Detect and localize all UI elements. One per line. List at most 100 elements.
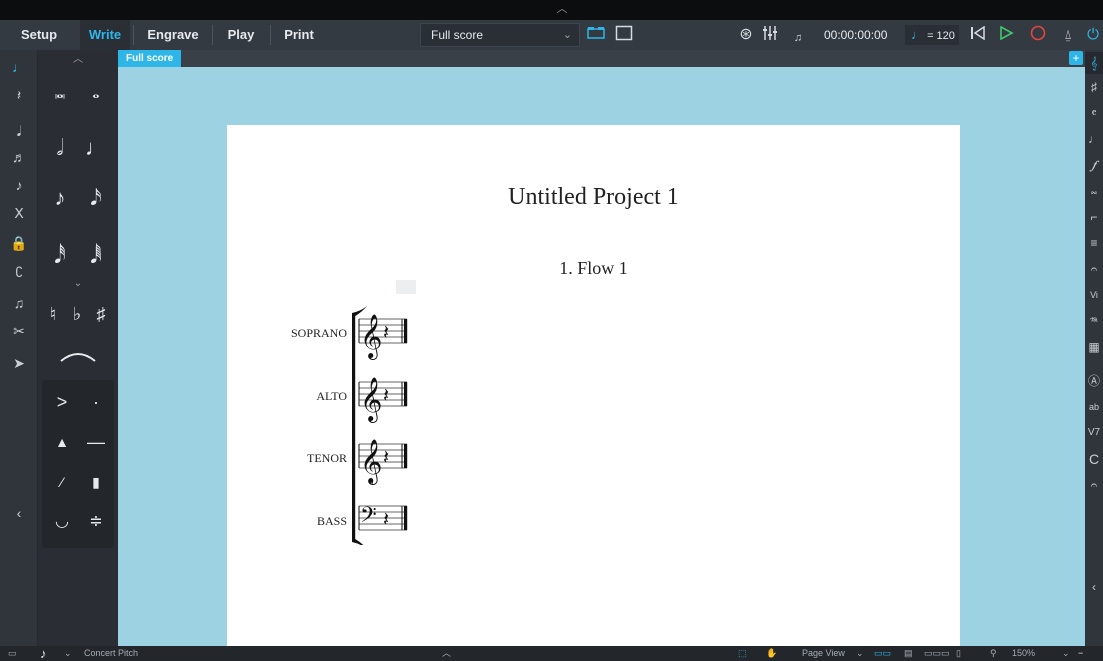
mode-tab-setup[interactable]: Setup — [14, 20, 64, 50]
select-arrow-icon[interactable]: ➤ — [6, 352, 32, 374]
unstress-icon[interactable]: ◡ — [44, 502, 80, 542]
grace-note-icon[interactable]: ♪ — [6, 174, 32, 196]
time-signature-icon[interactable]: 𝄴 — [1085, 102, 1103, 124]
collapse-toolbar-icon[interactable]: ︿ — [555, 3, 569, 15]
pages-vertical-icon[interactable]: ▯ — [956, 646, 961, 661]
concert-pitch-label[interactable]: Concert Pitch — [84, 646, 138, 661]
sixty-fourth-note-icon[interactable]: 𝅘𝅥𝅱 — [78, 236, 114, 276]
chevron-up-icon[interactable]: ︿ — [442, 646, 451, 661]
score-canvas[interactable]: Untitled Project 1 1. Flow 1 SOPRANO ALT… — [118, 67, 1085, 646]
staccato-tenuto-icon[interactable]: ≑ — [78, 502, 114, 542]
playing-techniques-icon[interactable]: Vi — [1085, 284, 1103, 306]
zoom-out-icon[interactable]: − — [1078, 646, 1083, 661]
whole-note-icon[interactable]: 𝅝 — [78, 72, 114, 112]
mode-tab-engrave[interactable]: Engrave — [140, 20, 206, 50]
dynamics-icon[interactable]: 𝆑 — [1085, 154, 1103, 176]
hand-tool-icon[interactable]: ✋ — [766, 646, 777, 661]
natural-icon[interactable]: ♮ — [40, 294, 66, 334]
mode-tab-write[interactable]: Write — [80, 20, 130, 50]
clef-icon[interactable]: 𝄞 — [1085, 52, 1103, 74]
figured-bass-icon[interactable]: V7 — [1085, 422, 1103, 444]
scissors-icon[interactable]: ✂ — [6, 320, 32, 342]
add-tab-icon[interactable]: + — [1069, 51, 1083, 65]
system-staves[interactable]: 𝄞 𝄽 𝄞 𝄽 𝄞 8 𝄽 𝄢 𝄽 — [347, 305, 437, 545]
chord-symbols-icon[interactable]: C — [1085, 448, 1103, 470]
instrument-label-alto[interactable]: ALTO — [251, 389, 347, 404]
staccatissimo-icon[interactable]: ⁄ — [44, 462, 80, 502]
selection-tool-icon[interactable]: ⬚ — [738, 646, 747, 661]
spreads-vertical-icon[interactable]: ▤ — [904, 646, 913, 661]
flow-title[interactable]: 1. Flow 1 — [227, 258, 960, 279]
insert-icon[interactable]: ʗ — [6, 258, 32, 280]
grid-icon[interactable]: ▭ — [8, 646, 17, 661]
note-input-icon[interactable]: ♩ — [6, 56, 32, 78]
layout-selector[interactable]: Full score ⌄ — [420, 23, 580, 47]
lock-icon[interactable]: 🔒 — [6, 232, 32, 254]
zoom-icon[interactable]: ⚲ — [990, 646, 997, 661]
rewind-icon[interactable] — [968, 25, 988, 45]
play-icon[interactable] — [996, 25, 1016, 45]
chevron-down-icon[interactable]: ⌄ — [63, 276, 93, 292]
mixer-icon[interactable] — [760, 25, 780, 45]
page-view-icon[interactable] — [614, 25, 634, 45]
tuplet-icon[interactable]: ♫ — [6, 292, 32, 314]
accent-icon[interactable]: > — [44, 382, 80, 422]
thirty-second-note-icon[interactable]: 𝅘𝅥𝅰 — [42, 236, 78, 276]
staff-tenor[interactable]: 𝄞 8 𝄽 — [358, 439, 408, 486]
staff-alto[interactable]: 𝄞 𝄽 — [358, 377, 408, 423]
tenuto-icon[interactable]: — — [78, 422, 114, 462]
note-value-icon[interactable]: ♪ — [40, 646, 47, 661]
metronome-icon[interactable]: ⍙ — [1058, 25, 1078, 45]
chevron-down-icon[interactable]: ⌄ — [1062, 646, 1070, 661]
bars-icon[interactable]: ▦ — [1085, 336, 1103, 358]
project-title[interactable]: Untitled Project 1 — [227, 184, 960, 211]
galley-view-icon[interactable] — [586, 25, 606, 45]
click-icon[interactable]: ♫ — [788, 28, 808, 48]
tab-full-score[interactable]: Full score — [118, 50, 182, 67]
staff-soprano[interactable]: 𝄞 𝄽 — [358, 314, 408, 360]
score-page[interactable]: Untitled Project 1 1. Flow 1 SOPRANO ALT… — [227, 125, 960, 646]
eighth-note-icon[interactable]: ♪ — [42, 178, 78, 218]
repeat-endings-icon[interactable]: ⌐ — [1085, 206, 1103, 228]
force-duration-icon[interactable]: Ⅹ — [6, 202, 32, 224]
video-icon[interactable]: ⊛ — [736, 25, 756, 45]
ornaments-icon[interactable]: 𝆗 — [1085, 180, 1103, 202]
staccato-icon[interactable]: · — [78, 382, 114, 422]
staff-bass[interactable]: 𝄢 𝄽 — [358, 503, 408, 533]
sixteenth-note-icon[interactable]: 𝅘𝅥𝅯 — [78, 178, 114, 218]
pedal-icon[interactable]: 𝆮 — [1085, 310, 1103, 332]
collapse-left-panel-icon[interactable]: ‹ — [6, 502, 32, 524]
collapse-right-panel-icon[interactable]: ‹ — [1085, 576, 1103, 598]
spreads-horizontal-icon[interactable]: ▭▭ — [874, 646, 891, 661]
record-icon[interactable] — [1028, 25, 1048, 45]
chevron-up-icon[interactable]: ︿ — [63, 52, 93, 68]
key-signature-icon[interactable]: ♯ — [1085, 76, 1103, 98]
chevron-down-icon[interactable]: ⌄ — [856, 646, 864, 661]
mode-tab-print[interactable]: Print — [276, 20, 322, 50]
quarter-note-icon[interactable]: ♩ — [78, 128, 114, 168]
instrument-label-tenor[interactable]: TENOR — [251, 451, 347, 466]
breve-icon[interactable]: 𝅜 — [42, 72, 78, 112]
tempo-icon[interactable]: ♩ — [1085, 128, 1103, 150]
marcato-icon[interactable]: ▲ — [44, 422, 80, 462]
holds-icon[interactable]: 𝄐 — [1085, 474, 1103, 496]
instrument-label-bass[interactable]: BASS — [251, 514, 347, 529]
half-note-icon[interactable]: 𝅗𝅥 — [42, 128, 78, 168]
lyrics-icon[interactable]: ab — [1085, 396, 1103, 418]
tremolo-icon[interactable]: ≡ — [1085, 232, 1103, 254]
flat-icon[interactable]: ♭ — [64, 294, 90, 334]
rest-icon[interactable]: 𝄽 — [6, 84, 32, 106]
sharp-icon[interactable]: ♯ — [88, 294, 114, 334]
chevron-down-icon[interactable]: ⌄ — [64, 646, 72, 661]
instrument-label-soprano[interactable]: SOPRANO — [251, 326, 347, 341]
text-icon[interactable]: Ⓐ — [1085, 370, 1103, 392]
slash-icon[interactable]: 𝅘𝅥 — [6, 120, 32, 142]
page-view-label[interactable]: Page View — [802, 646, 845, 661]
stress-icon[interactable]: ▮ — [78, 462, 114, 502]
power-icon[interactable]: ⏻ — [1083, 25, 1103, 45]
fermata-icon[interactable]: 𝄐 — [1085, 258, 1103, 280]
slur-icon[interactable] — [56, 338, 100, 378]
mode-tab-play[interactable]: Play — [218, 20, 264, 50]
zoom-level[interactable]: 150% — [1012, 646, 1035, 661]
chord-icon[interactable]: ♬ — [6, 146, 32, 168]
